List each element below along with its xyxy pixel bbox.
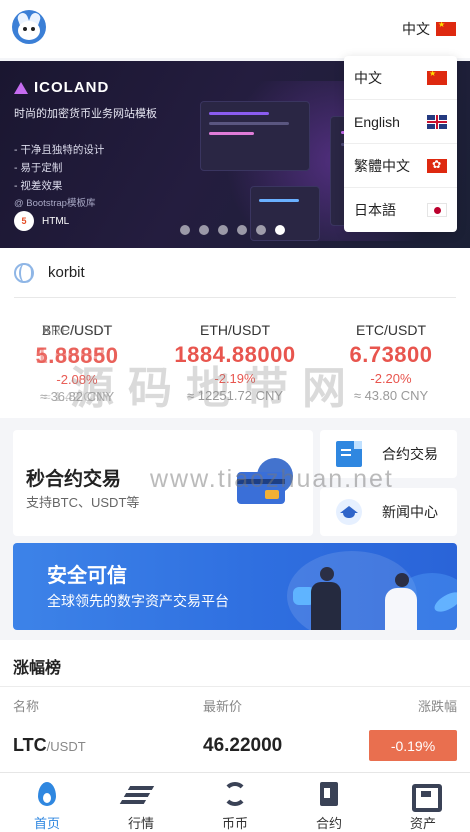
contract-icon	[317, 782, 341, 806]
gainers-ranking: 涨幅榜 名称 最新价 涨跌幅 LTC/USDT 46.22000 -0.19%	[0, 640, 470, 772]
ticker-card-etc[interactable]: ETC/USDT 6.73800 -2.20% ≈ 43.80 CNY	[316, 322, 466, 403]
column-header-change: 涨跌幅	[417, 699, 457, 714]
carousel-dot-active[interactable]	[275, 225, 285, 235]
language-dropdown-menu: 中文 English 繁體中文 日本語	[344, 56, 457, 232]
ticker-pair: BTC/USDT	[42, 322, 112, 338]
japan-flag-icon	[427, 203, 447, 217]
exchange-arrows-icon	[223, 782, 247, 806]
exchange-name: korbit	[48, 264, 85, 281]
china-flag-icon	[427, 70, 447, 85]
market-icon	[129, 782, 153, 806]
tab-assets[interactable]: 资产	[376, 773, 470, 832]
banner-brand: ICOLAND	[14, 79, 109, 96]
top-header: 中文	[0, 0, 470, 58]
fire-icon	[35, 782, 59, 806]
language-option-zh[interactable]: 中文	[344, 56, 457, 100]
graduation-cap-icon	[336, 499, 362, 525]
contract-trading-button[interactable]: 合约交易	[320, 430, 457, 478]
exchange-row[interactable]: korbit	[0, 248, 470, 298]
ticker-price: 1884.88000	[174, 342, 296, 367]
ranking-row-change-badge[interactable]: -0.19%	[369, 730, 457, 761]
ticker-card-eth[interactable]: ETH/USDT 1884.88000 -2.19% ≈ 12251.72 CN…	[160, 322, 310, 403]
banner-bullets: - 干净且独特的设计 - 易于定制 - 视差效果 @ Bootstrap模板库	[14, 144, 105, 209]
banner-html-badge: 5 HTML	[14, 211, 69, 231]
news-center-button[interactable]: 新闻中心	[320, 488, 457, 536]
tab-market[interactable]: 行情	[94, 773, 188, 832]
language-switcher[interactable]: 中文	[402, 19, 456, 39]
ticker-card-btc[interactable]: XRP/USDT BTC/USDT 1.06080 5.88850 -2.00%…	[2, 322, 152, 405]
ticker-change: -2.08%	[56, 372, 98, 387]
ticker-cny: ≈ 36.82 CNY	[39, 389, 115, 404]
current-language-label: 中文	[402, 21, 430, 37]
uk-flag-icon	[427, 114, 447, 129]
hong-kong-flag-icon	[427, 158, 447, 173]
column-header-price: 最新价	[203, 699, 243, 714]
bottom-tab-bar: 首页 行情 币币 合约 资产	[0, 772, 470, 832]
second-contract-card[interactable]: 秒合约交易 支持BTC、USDT等	[13, 430, 313, 536]
carousel-dot[interactable]	[237, 225, 247, 235]
ranking-row-coin[interactable]: LTC/USDT	[13, 735, 86, 756]
feature-title: 秒合约交易	[26, 469, 122, 490]
globe-icon	[14, 263, 34, 283]
language-option-zh-tw[interactable]: 繁體中文	[344, 144, 457, 188]
language-option-en[interactable]: English	[344, 100, 457, 144]
feature-subtitle: 支持BTC、USDT等	[26, 495, 140, 510]
ticker-change: -2.19%	[214, 371, 256, 386]
ranking-title: 涨幅榜	[13, 660, 62, 677]
credit-card-illustration-icon	[237, 458, 293, 508]
column-header-name: 名称	[13, 699, 40, 714]
ticker-price: 5.88850	[35, 343, 119, 368]
app-logo[interactable]	[12, 10, 46, 44]
html5-icon: 5	[14, 211, 34, 231]
ticker-change: -2.20%	[370, 371, 412, 386]
document-icon	[336, 441, 362, 467]
carousel-dot[interactable]	[218, 225, 228, 235]
ranking-row-price: 46.22000	[203, 735, 283, 756]
promo-banner[interactable]: 安全可信 全球领先的数字资产交易平台	[13, 543, 457, 630]
language-option-ja[interactable]: 日本語	[344, 188, 457, 232]
app-page: 中文 ICOLAND 时尚的加密货币业务网站模板 - 干净且独特的设计 - 易于…	[0, 0, 470, 832]
china-flag-icon	[436, 22, 456, 36]
carousel-dot[interactable]	[180, 225, 190, 235]
carousel-dot[interactable]	[256, 225, 266, 235]
tab-contract[interactable]: 合约	[282, 773, 376, 832]
tab-home[interactable]: 首页	[0, 773, 94, 832]
wallet-icon	[411, 782, 442, 812]
carousel-indicators	[180, 225, 285, 235]
ticker-price: 6.73800	[349, 342, 433, 367]
banner-subtitle: 时尚的加密货币业务网站模板	[14, 108, 157, 120]
promo-subtitle: 全球领先的数字资产交易平台	[47, 593, 229, 609]
divider	[0, 686, 470, 687]
tab-spot[interactable]: 币币	[188, 773, 282, 832]
ticker-cny: ≈ 43.80 CNY	[353, 388, 429, 403]
ticker-pair: ETC/USDT	[356, 322, 426, 338]
brand-triangle-icon	[14, 81, 28, 94]
carousel-dot[interactable]	[199, 225, 209, 235]
ticker-pair: ETH/USDT	[200, 322, 270, 338]
ticker-cny: ≈ 12251.72 CNY	[186, 388, 284, 403]
ticker-strip: XRP/USDT BTC/USDT 1.06080 5.88850 -2.00%…	[0, 298, 470, 418]
promo-title: 安全可信	[47, 565, 127, 587]
